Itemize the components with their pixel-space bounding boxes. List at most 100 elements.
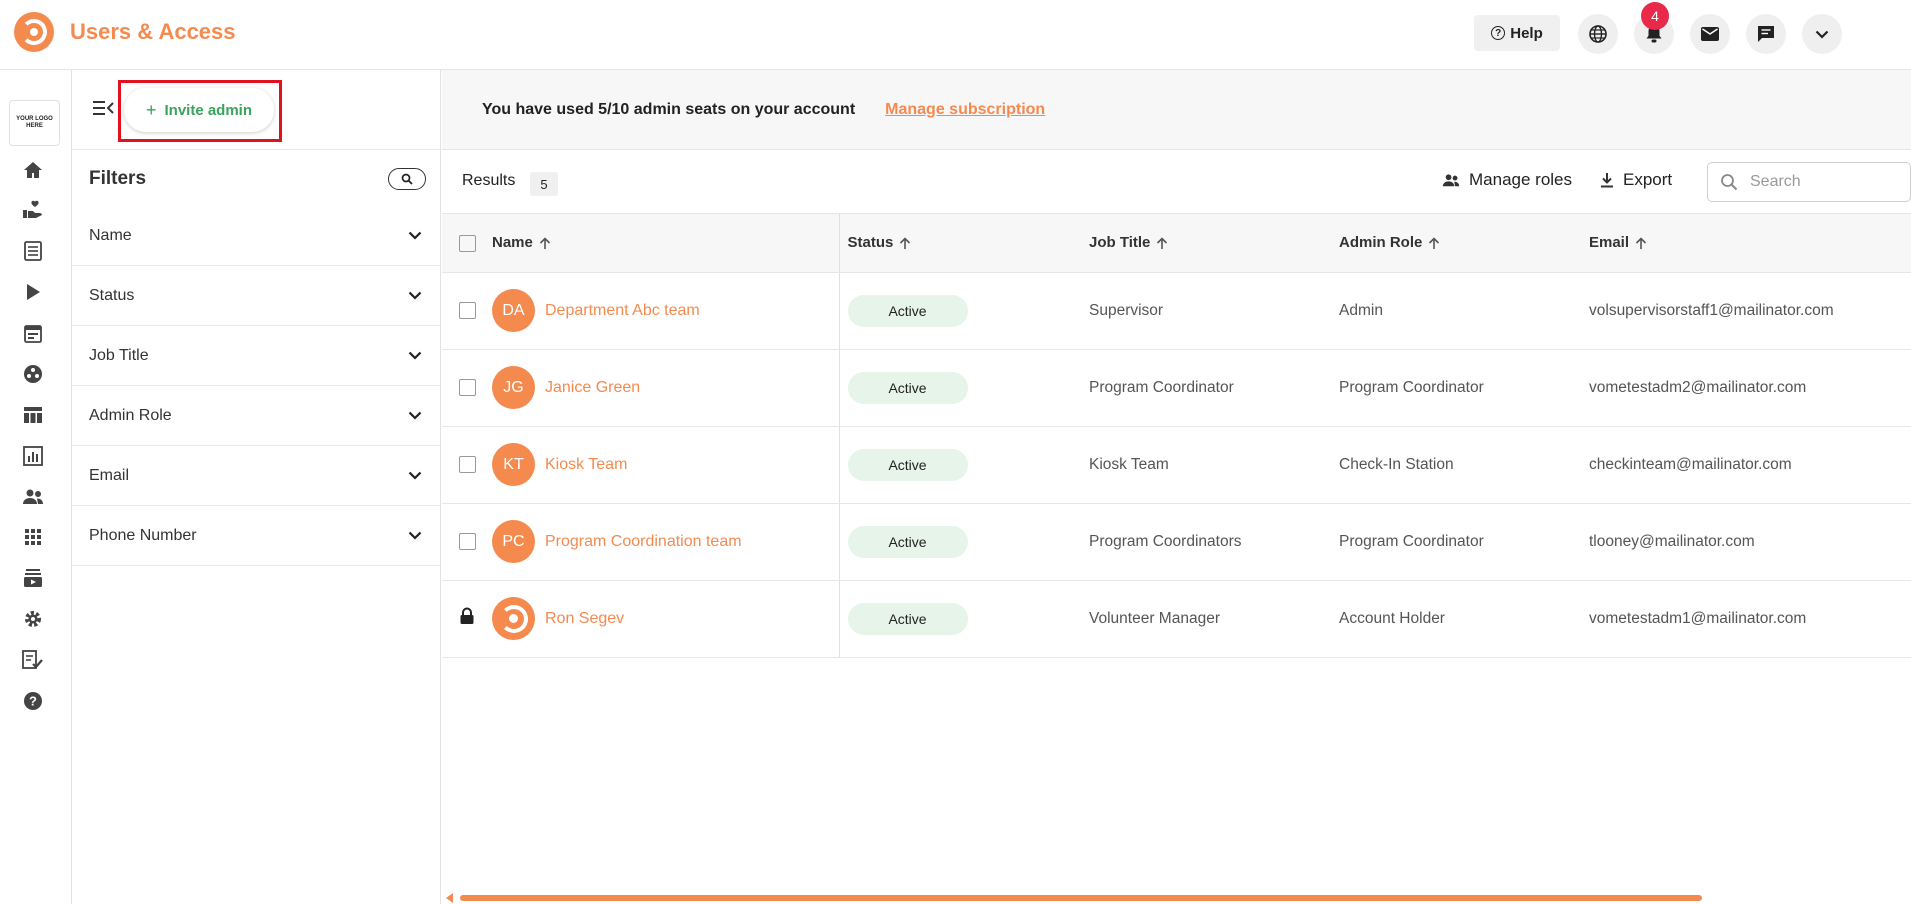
chevron-down-icon: [408, 531, 422, 540]
checklist-icon[interactable]: [22, 649, 44, 671]
filter-name[interactable]: Name: [72, 206, 440, 266]
notification-badge: 4: [1641, 2, 1669, 30]
chevron-down-icon: [408, 411, 422, 420]
status-badge: Active: [847, 602, 968, 635]
messages-button[interactable]: [1690, 14, 1730, 54]
avatar: DA: [492, 289, 535, 332]
chart-icon[interactable]: [22, 445, 44, 467]
column-header-admin-role[interactable]: Admin Role: [1339, 214, 1589, 273]
filter-status[interactable]: Status: [72, 266, 440, 326]
column-header-email[interactable]: Email: [1589, 214, 1911, 273]
mail-icon: [1701, 27, 1719, 41]
user-name-link[interactable]: Program Coordination team: [545, 533, 742, 551]
chevron-down-icon: [408, 351, 422, 360]
status-badge: Active: [847, 294, 968, 327]
admin-role-cell: Check-In Station: [1339, 426, 1589, 504]
dashboard-icon[interactable]: [22, 404, 44, 426]
play-icon[interactable]: [22, 281, 44, 303]
gear-icon[interactable]: [22, 608, 44, 630]
filter-admin-role[interactable]: Admin Role: [72, 386, 440, 446]
chevron-down-icon: [408, 231, 422, 240]
table-row[interactable]: DA Department Abc team Active Supervisor …: [442, 272, 1911, 350]
admin-role-cell: Program Coordinator: [1339, 503, 1589, 581]
select-all-checkbox[interactable]: [458, 234, 476, 252]
chevron-down-icon: [1815, 30, 1829, 39]
row-checkbox[interactable]: [458, 455, 476, 473]
apps-grid-icon[interactable]: [22, 526, 44, 548]
language-button[interactable]: [1578, 14, 1618, 54]
volunteer-hand-icon[interactable]: [22, 199, 44, 221]
filter-job-title[interactable]: Job Title: [72, 326, 440, 386]
chat-icon: [1758, 26, 1774, 42]
status-badge: Active: [847, 371, 968, 404]
filter-label: Email: [89, 466, 130, 484]
column-header-job-title[interactable]: Job Title: [1089, 214, 1339, 273]
user-name-link[interactable]: Ron Segev: [545, 610, 624, 628]
app-logo-icon[interactable]: [14, 12, 54, 52]
email-cell: tlooney@mailinator.com: [1589, 503, 1911, 581]
admins-table: Name Status Job Title Admin Role Email D…: [442, 214, 1911, 658]
table-row[interactable]: PC Program Coordination team Active Progr…: [442, 503, 1911, 581]
user-name-link[interactable]: Kiosk Team: [545, 456, 627, 474]
org-logo[interactable]: YOUR LOGO HERE: [9, 100, 60, 146]
help-label: Help: [1510, 24, 1543, 42]
export-label: Export: [1623, 170, 1673, 189]
scroll-left-arrow-icon[interactable]: [446, 893, 453, 903]
avatar: KT: [492, 443, 535, 486]
svg-text:?: ?: [29, 694, 37, 709]
people-icon[interactable]: [22, 486, 44, 508]
results-label: Results: [462, 172, 516, 189]
row-checkbox[interactable]: [458, 301, 476, 319]
table-row[interactable]: Ron Segev Active Volunteer Manager Accou…: [442, 580, 1911, 658]
scrollbar-thumb[interactable]: [460, 895, 1702, 901]
calendar-icon[interactable]: [22, 322, 44, 344]
download-icon: [1601, 173, 1613, 188]
avatar: [492, 597, 535, 640]
help-icon[interactable]: ?: [22, 690, 44, 712]
nav-rail: YOUR LOGO HERE ?: [0, 70, 72, 904]
help-button[interactable]: ? Help: [1474, 15, 1560, 51]
home-icon[interactable]: [22, 159, 44, 181]
list-icon[interactable]: [22, 240, 44, 262]
user-name-link[interactable]: Department Abc team: [545, 302, 700, 320]
results-toolbar: Results 5 Manage roles Export: [442, 150, 1911, 214]
seats-banner: You have used 5/10 admin seats on your a…: [442, 70, 1911, 150]
manage-roles-button[interactable]: Manage roles: [1442, 170, 1572, 190]
filters-title: Filters: [89, 168, 147, 189]
email-cell: vometestadm1@mailinator.com: [1589, 580, 1911, 658]
column-header-status[interactable]: Status: [839, 214, 1089, 273]
account-menu-button[interactable]: [1802, 14, 1842, 54]
row-checkbox[interactable]: [458, 532, 476, 550]
email-cell: checkinteam@mailinator.com: [1589, 426, 1911, 504]
filter-phone-number[interactable]: Phone Number: [72, 506, 440, 566]
filters-panel: + Invite admin Filters Name Status Job T…: [72, 70, 441, 904]
chevron-down-icon: [408, 471, 422, 480]
filter-search-button[interactable]: [388, 168, 426, 190]
manage-subscription-link[interactable]: Manage subscription: [885, 101, 1045, 119]
groups-icon[interactable]: [22, 363, 44, 385]
job-title-cell: Kiosk Team: [1089, 426, 1339, 504]
email-cell: vometestadm2@mailinator.com: [1589, 349, 1911, 427]
subscriptions-icon[interactable]: [22, 567, 44, 589]
table-row[interactable]: KT Kiosk Team Active Kiosk Team Check-In …: [442, 426, 1911, 504]
sort-up-icon: [1429, 237, 1440, 249]
search-input[interactable]: [1750, 173, 1890, 191]
horizontal-scrollbar[interactable]: [446, 892, 1911, 904]
sort-up-icon: [1635, 237, 1647, 249]
search-icon: [401, 173, 413, 185]
export-button[interactable]: Export: [1600, 170, 1672, 190]
globe-icon: [1589, 25, 1607, 43]
chat-button[interactable]: [1746, 14, 1786, 54]
table-header-row: Name Status Job Title Admin Role Email: [442, 214, 1911, 273]
people-icon: [1442, 173, 1460, 186]
status-badge: Active: [847, 448, 968, 481]
filter-email[interactable]: Email: [72, 446, 440, 506]
row-checkbox[interactable]: [458, 378, 476, 396]
table-row[interactable]: JG Janice Green Active Program Coordinato…: [442, 349, 1911, 427]
column-header-name[interactable]: Name: [492, 214, 840, 273]
search-box[interactable]: [1707, 162, 1911, 202]
collapse-menu-icon[interactable]: [92, 100, 114, 121]
results-count-badge: 5: [530, 172, 558, 196]
user-name-link[interactable]: Janice Green: [545, 379, 640, 397]
sort-up-icon: [1157, 237, 1168, 249]
